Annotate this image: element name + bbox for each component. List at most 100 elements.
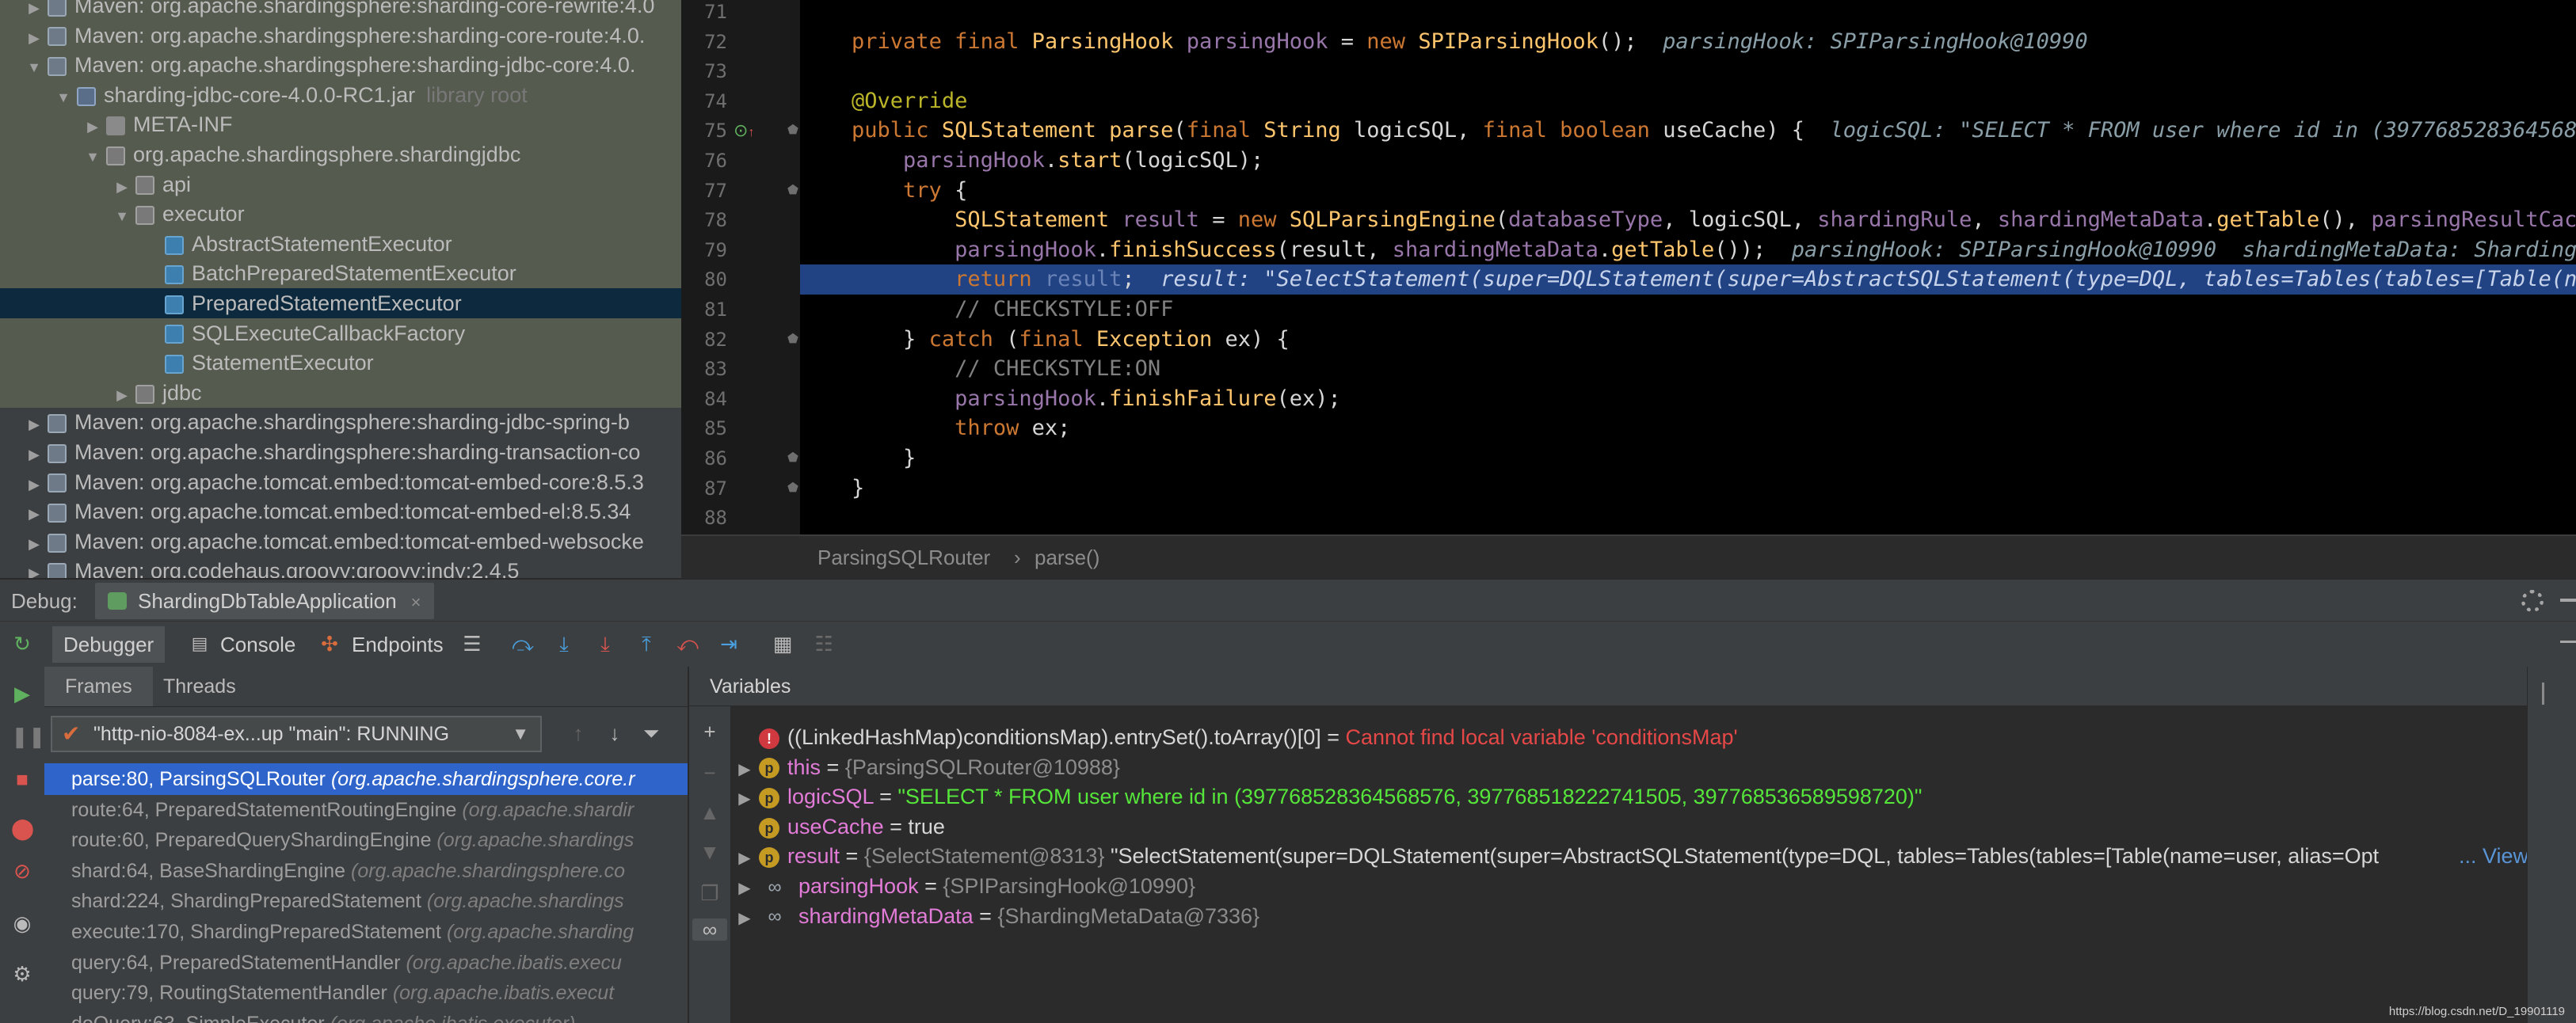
variable-row[interactable]: ! ((LinkedHashMap)conditionsMap).entrySet… <box>730 722 2528 752</box>
arrow-up-icon[interactable]: ↑ <box>564 717 593 749</box>
code-line[interactable]: parsingHook.finishSuccess(result, shardi… <box>800 235 2576 265</box>
line-number[interactable]: 75 <box>681 116 727 146</box>
tree-node[interactable]: ▶ META-INF <box>0 109 681 140</box>
collapsed-arrow-icon[interactable]: ▶ <box>113 172 131 200</box>
code-line[interactable]: // CHECKSTYLE:OFF <box>800 295 1173 325</box>
arrow-down-icon[interactable]: ↓ <box>600 717 629 749</box>
code-line[interactable]: } <box>800 473 864 504</box>
tree-node[interactable]: ▶ Maven: org.apache.tomcat.embed:tomcat-e… <box>0 467 681 497</box>
stack-frame[interactable]: query:79, RoutingStatementHandler (org.a… <box>44 977 688 1009</box>
code-line[interactable]: SQLStatement result = new SQLParsingEngi… <box>800 205 2576 235</box>
override-marker-icon[interactable]: ⊙↑ <box>734 116 754 146</box>
rerun-icon[interactable]: ↻ <box>11 633 33 655</box>
force-step-into-icon[interactable]: ⤓ <box>594 633 616 655</box>
line-number[interactable]: 72 <box>681 27 727 57</box>
collapsed-arrow-icon[interactable]: ▶ <box>25 470 43 497</box>
fold-marker-icon[interactable]: ⬟ <box>787 473 798 504</box>
debug-session-tab[interactable]: ShardingDbTableApplication × <box>95 583 434 619</box>
code-line[interactable]: parsingHook.start(logicSQL); <box>800 146 1263 176</box>
line-number[interactable]: 88 <box>681 503 727 533</box>
add-watch-icon[interactable]: + <box>699 721 721 743</box>
expand-arrow-icon[interactable]: ▶ <box>730 843 759 871</box>
fold-marker-icon[interactable]: ⬟ <box>787 116 798 146</box>
collapsed-arrow-icon[interactable]: ▶ <box>25 529 43 557</box>
step-over-icon[interactable]: ⤼ <box>512 633 534 655</box>
line-number[interactable]: 77 <box>681 176 727 206</box>
tab-console[interactable]: Console <box>220 631 295 658</box>
current-execution-line[interactable]: return result; result: "SelectStatement(… <box>800 264 2576 295</box>
tree-node[interactable]: ▼ executor <box>0 199 681 230</box>
step-into-icon[interactable]: ⤓ <box>553 633 575 655</box>
tree-node[interactable]: ▶ api <box>0 169 681 200</box>
line-number[interactable]: 71 <box>681 0 727 27</box>
expanded-arrow-icon[interactable]: ▼ <box>84 142 101 169</box>
line-number[interactable]: 81 <box>681 295 727 325</box>
minimize-icon[interactable] <box>2560 641 2576 643</box>
stack-frame[interactable]: execute:170, ShardingPreparedStatement (… <box>44 916 688 948</box>
code-line[interactable]: } <box>800 443 916 473</box>
variable-row[interactable]: p useCache = true <box>730 812 2528 842</box>
line-number[interactable]: 74 <box>681 86 727 116</box>
fold-marker-icon[interactable]: ⬟ <box>787 176 798 206</box>
expand-arrow-icon[interactable]: ▶ <box>730 873 759 901</box>
stop-icon[interactable]: ■ <box>11 768 33 790</box>
tab-endpoints[interactable]: Endpoints <box>352 631 444 658</box>
tree-node[interactable]: StatementExecutor <box>0 348 681 378</box>
tree-node[interactable]: SQLExecuteCallbackFactory <box>0 318 681 348</box>
pause-icon[interactable]: ❚❚ <box>11 725 46 747</box>
code-line[interactable]: public SQLStatement parse(final String l… <box>800 116 2576 146</box>
editor-gutter[interactable]: 71 72 73 74 75 ⊙↑ ⬟ 76 77 ⬟ 78 79 80 81 82 ⬟ 83 84 85 86 ⬟ 87… <box>681 0 800 578</box>
collapsed-arrow-icon[interactable]: ▶ <box>113 380 131 408</box>
variable-row[interactable]: ▶ ∞ parsingHook = {SPIParsingHook@10990} <box>730 871 2528 901</box>
expand-arrow-icon[interactable]: ▶ <box>730 755 759 782</box>
line-number[interactable]: 85 <box>681 413 727 443</box>
expanded-arrow-icon[interactable]: ▼ <box>55 82 72 110</box>
tree-node[interactable]: ▼ org.apache.shardingsphere.shardingjdbc <box>0 139 681 169</box>
stack-frame[interactable]: route:64, PreparedStatementRoutingEngine… <box>44 794 688 826</box>
collapsed-arrow-icon[interactable]: ▶ <box>25 0 43 21</box>
move-down-icon[interactable]: ▼ <box>699 841 721 863</box>
variable-row[interactable]: ▶ ∞ shardingMetaData = {ShardingMetaData@7… <box>730 901 2528 931</box>
resume-icon[interactable]: ▶ <box>11 683 33 705</box>
show-watches-icon[interactable]: ∞ <box>692 918 727 941</box>
thread-selector[interactable]: ✔ "http-nio-8084-ex...up "main": RUNNING… <box>51 716 542 752</box>
code-line[interactable]: } catch (final Exception ex) { <box>800 325 1290 355</box>
fold-marker-icon[interactable]: ⬟ <box>787 325 798 355</box>
line-number[interactable]: 78 <box>681 205 727 235</box>
code-line[interactable]: parsingHook.finishFailure(ex); <box>800 384 1341 414</box>
tree-node[interactable]: ▶ Maven: org.apache.shardingsphere:shardi… <box>0 437 681 467</box>
breadcrumb-class[interactable]: ParsingSQLRouter <box>817 536 990 578</box>
line-number[interactable]: 82 <box>681 325 727 355</box>
fold-marker-icon[interactable]: ⬟ <box>787 443 798 473</box>
tree-node[interactable]: ▶ jdbc <box>0 377 681 408</box>
camera-icon[interactable]: ◉ <box>11 912 33 934</box>
line-number[interactable]: 86 <box>681 443 727 473</box>
stack-frame[interactable]: shard:64, BaseShardingEngine (org.apache… <box>44 855 688 887</box>
variable-row[interactable]: ▶ p result = {SelectStatement@8313} "Selec… <box>730 841 2528 872</box>
tree-node[interactable]: ▼ Maven: org.apache.shardingsphere:shardi… <box>0 50 681 81</box>
tree-node[interactable]: PreparedStatementExecutor <box>0 288 681 318</box>
line-number[interactable]: 83 <box>681 354 727 384</box>
tree-node[interactable]: BatchPreparedStatementExecutor <box>0 258 681 289</box>
tree-node[interactable]: ▶ Maven: org.apache.tomcat.embed:tomcat-e… <box>0 496 681 527</box>
breadcrumb-method[interactable]: parse() <box>1035 536 1099 578</box>
expand-arrow-icon[interactable]: ▶ <box>730 784 759 812</box>
code-editor[interactable]: 71 72 73 74 75 ⊙↑ ⬟ 76 77 ⬟ 78 79 80 81 82 ⬟ 83 84 85 86 ⬟ 87… <box>681 0 2576 578</box>
tree-node[interactable]: ▶ Maven: org.apache.shardingsphere:shardi… <box>0 407 681 437</box>
expanded-arrow-icon[interactable]: ▼ <box>25 52 43 80</box>
tree-node[interactable]: ▶ Maven: org.apache.shardingsphere:shardi… <box>0 0 681 21</box>
stack-frame[interactable]: shard:224, ShardingPreparedStatement (or… <box>44 885 688 917</box>
tab-debugger[interactable]: Debugger <box>52 626 166 663</box>
code-line[interactable]: throw ex; <box>800 413 1070 443</box>
collapsed-arrow-icon[interactable]: ▶ <box>25 23 43 51</box>
collapsed-arrow-icon[interactable]: ▶ <box>84 112 101 139</box>
stack-frame[interactable]: route:60, PreparedQueryShardingEngine (o… <box>44 824 688 856</box>
collapsed-arrow-icon[interactable]: ▶ <box>25 409 43 437</box>
tree-node[interactable]: ▶ Maven: org.codehaus.groovy:groovy:indy:… <box>0 556 681 578</box>
tab-frames[interactable]: Frames <box>44 667 153 706</box>
divider-handle-icon[interactable] <box>2542 683 2560 705</box>
settings-icon[interactable]: ⚙ <box>11 963 33 985</box>
collapsed-arrow-icon[interactable]: ▶ <box>25 439 43 467</box>
collapsed-arrow-icon[interactable]: ▶ <box>25 558 43 578</box>
tree-node[interactable]: ▶ Maven: org.apache.tomcat.embed:tomcat-e… <box>0 527 681 557</box>
